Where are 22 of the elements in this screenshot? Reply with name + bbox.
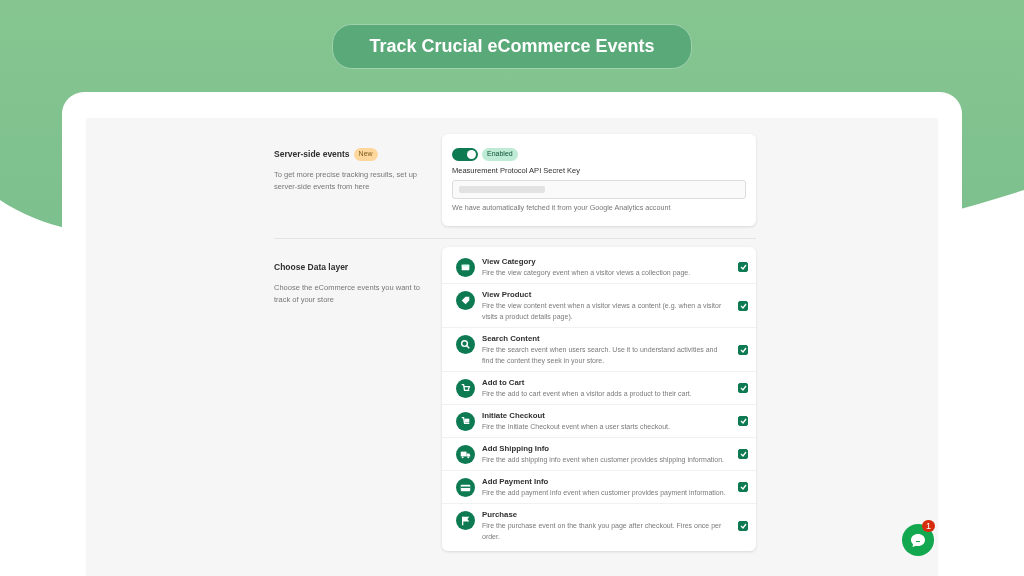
box-icon: [456, 258, 475, 278]
event-checkbox[interactable]: [738, 300, 748, 311]
event-checkbox[interactable]: [738, 520, 748, 531]
search-icon: [456, 335, 475, 355]
section-title: Choose Data layer: [274, 261, 350, 274]
cart-icon: [456, 379, 475, 399]
tag-icon: [456, 291, 475, 311]
toggle-switch[interactable]: [452, 148, 478, 161]
event-checkbox[interactable]: [738, 262, 748, 273]
event-checkbox[interactable]: [738, 482, 748, 493]
secret-key-field[interactable]: [452, 180, 746, 200]
banner-title: Track Crucial eCommerce Events: [332, 23, 692, 69]
event-checkbox[interactable]: [738, 344, 748, 355]
card-icon: [456, 478, 475, 498]
event-checkbox[interactable]: [738, 449, 748, 460]
chat-bubble-icon: [911, 533, 925, 547]
event-checkbox[interactable]: [738, 416, 748, 427]
flag-icon: [456, 511, 475, 531]
cart-icon: [456, 412, 475, 432]
event-checkbox[interactable]: [738, 383, 748, 394]
section-title: Server-side events: [274, 148, 350, 161]
truck-icon: [456, 445, 475, 465]
